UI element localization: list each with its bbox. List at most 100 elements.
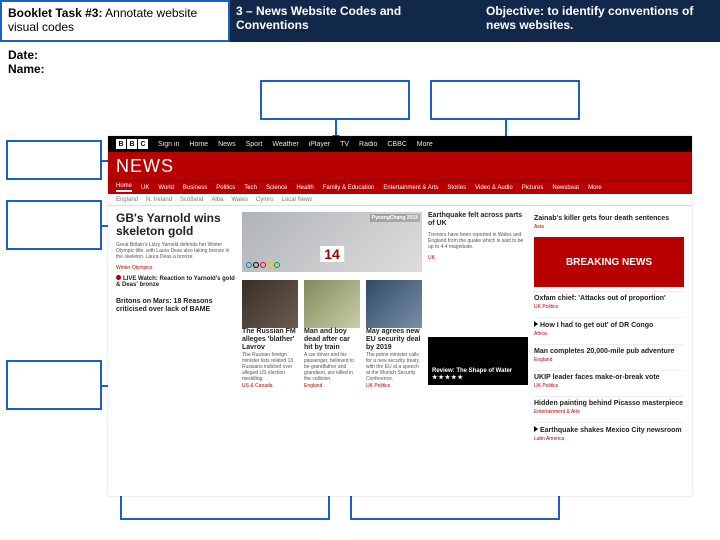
item-tag: Asia — [534, 224, 684, 230]
annotation-box[interactable] — [6, 360, 102, 410]
item-tag: Africa — [534, 331, 684, 337]
subcat-item[interactable]: Wales — [231, 197, 247, 203]
card-headline: Man and boy dead after car hit by train — [304, 328, 360, 352]
cat-item[interactable]: Pictures — [522, 185, 544, 191]
cat-item[interactable]: World — [158, 185, 174, 191]
masthead: NEWS — [108, 152, 692, 180]
item-tag: UK Politics — [534, 304, 684, 310]
annotation-box[interactable] — [260, 80, 410, 120]
card-tag: US & Canada — [242, 383, 298, 389]
task-box: Booklet Task #3: Annotate website visual… — [0, 0, 230, 42]
nav-item[interactable]: CBBC — [387, 141, 406, 148]
annotation-box[interactable] — [430, 80, 580, 120]
category-nav: Home UK World Business Politics Tech Sci… — [108, 180, 692, 194]
item-tag: UK Politics — [534, 383, 684, 389]
nav-item[interactable]: Sport — [246, 141, 263, 148]
hero-image[interactable]: PyeongChang 2018 14 — [242, 212, 422, 272]
nav-item[interactable]: Weather — [272, 141, 298, 148]
content-grid: GB's Yarnold wins skeleton gold Great Br… — [108, 206, 692, 451]
nav-item[interactable]: Radio — [359, 141, 377, 148]
annotation-box[interactable] — [6, 140, 102, 180]
hero-column: PyeongChang 2018 14 The Russian FM alleg… — [242, 212, 422, 445]
story-card[interactable]: The Russian FM alleges 'blather' Lavrov … — [242, 280, 298, 389]
play-icon — [534, 321, 538, 327]
olympic-rings-icon — [246, 262, 280, 268]
cat-item[interactable]: Video & Audio — [475, 185, 513, 191]
cat-item[interactable]: Health — [296, 185, 313, 191]
breaking-news-badge[interactable]: BREAKING NEWS — [534, 237, 684, 287]
subcat-item[interactable]: England — [116, 197, 138, 203]
global-nav: BBC Sign in Home News Sport Weather iPla… — [108, 136, 692, 152]
item-headline: Oxfam chief: 'Attacks out of proportion' — [534, 295, 684, 303]
cat-item[interactable]: More — [588, 185, 602, 191]
list-item[interactable]: Oxfam chief: 'Attacks out of proportion'… — [534, 291, 684, 313]
cat-item[interactable]: Entertainment & Arts — [383, 185, 438, 191]
lead-headline[interactable]: GB's Yarnold wins skeleton gold — [116, 212, 236, 238]
story-card[interactable]: Man and boy dead after car hit by train … — [304, 280, 360, 389]
olympics-label: PyeongChang 2018 — [370, 214, 420, 222]
card-image — [242, 280, 298, 328]
meta-block: Date: Name: — [8, 48, 45, 76]
secondary-headline[interactable]: Earthquake felt across parts of UK — [428, 212, 528, 228]
lead-column: GB's Yarnold wins skeleton gold Great Br… — [116, 212, 236, 445]
item-tag: Entertainment & Arts — [534, 409, 684, 415]
annotation-box[interactable] — [6, 200, 102, 250]
subcat-item[interactable]: Local News — [282, 197, 313, 203]
subcat-item[interactable]: N. Ireland — [146, 197, 172, 203]
unit-title: 3 – News Website Codes and Conventions — [230, 0, 480, 42]
nav-item[interactable]: More — [417, 141, 433, 148]
subcat-item[interactable]: Cymru — [256, 197, 274, 203]
card-desc: A car driver and his passenger, believed… — [304, 352, 360, 382]
signin-link[interactable]: Sign in — [158, 141, 179, 148]
cat-item[interactable]: Newsbeat — [552, 185, 579, 191]
card-desc: The prime minister calls for a new secur… — [366, 352, 422, 382]
subcat-item[interactable]: Scotland — [180, 197, 203, 203]
item-headline: How I had to get out' of DR Congo — [534, 321, 684, 330]
bbc-logo[interactable]: BBC — [116, 139, 148, 149]
secondary-desc: Tremors have been reported in Wales and … — [428, 232, 528, 250]
lead-tag[interactable]: Winter Olympics — [116, 265, 236, 271]
list-item[interactable]: UKIP leader faces make-or-break voteUK P… — [534, 370, 684, 392]
cat-item[interactable]: Family & Education — [323, 185, 375, 191]
subcat-item[interactable]: Alba — [211, 197, 223, 203]
story-card[interactable]: May agrees new EU security deal by 2019 … — [366, 280, 422, 389]
list-item[interactable]: How I had to get out' of DR CongoAfrica — [534, 317, 684, 340]
cat-item[interactable]: Stories — [447, 185, 466, 191]
nav-item[interactable]: News — [218, 141, 236, 148]
card-tag: England — [304, 383, 360, 389]
nav-item[interactable]: iPlayer — [309, 141, 330, 148]
cat-item[interactable]: UK — [141, 185, 149, 191]
subcategory-nav: England N. Ireland Scotland Alba Wales C… — [108, 194, 692, 206]
cat-item[interactable]: Science — [266, 185, 287, 191]
news-site-screenshot: BBC Sign in Home News Sport Weather iPla… — [108, 136, 692, 496]
play-icon — [534, 426, 538, 432]
nav-item[interactable]: Home — [189, 141, 208, 148]
card-image — [304, 280, 360, 328]
card-headline: The Russian FM alleges 'blather' Lavrov — [242, 328, 298, 352]
list-item[interactable]: Man completes 20,000-mile pub adventureE… — [534, 344, 684, 366]
review-card[interactable]: Review: The Shape of Water ★★★★★ — [428, 337, 528, 385]
secondary-tag[interactable]: UK — [428, 255, 528, 261]
cat-item[interactable]: Home — [116, 183, 132, 192]
secondary-column: Earthquake felt across parts of UK Tremo… — [428, 212, 528, 445]
cat-item[interactable]: Politics — [216, 185, 235, 191]
item-tag: England — [534, 357, 684, 363]
list-item[interactable]: Earthquake shakes Mexico City newsroomLa… — [534, 422, 684, 445]
live-item[interactable]: LIVE Watch: Reaction to Yarnold's gold &… — [116, 275, 236, 288]
card-desc: The Russian foreign minister lists relat… — [242, 352, 298, 382]
star-rating-icon: ★★★★★ — [432, 374, 524, 381]
cat-item[interactable]: Tech — [244, 185, 257, 191]
sub-headline[interactable]: Britons on Mars: 18 Reasons criticised o… — [116, 298, 236, 314]
cat-item[interactable]: Business — [183, 185, 207, 191]
list-item[interactable]: Zainab's killer gets four death sentence… — [534, 212, 684, 233]
sidebar-column: Zainab's killer gets four death sentence… — [534, 212, 684, 445]
objective: Objective: to identify conventions of ne… — [480, 0, 720, 42]
nav-item[interactable]: TV — [340, 141, 349, 148]
item-headline: Man completes 20,000-mile pub adventure — [534, 348, 684, 356]
news-logo[interactable]: NEWS — [116, 156, 174, 177]
item-headline: UKIP leader faces make-or-break vote — [534, 374, 684, 382]
card-image — [366, 280, 422, 328]
task-prefix: Booklet Task #3: — [8, 6, 102, 20]
list-item[interactable]: Hidden painting behind Picasso masterpie… — [534, 396, 684, 418]
name-label: Name: — [8, 62, 45, 76]
